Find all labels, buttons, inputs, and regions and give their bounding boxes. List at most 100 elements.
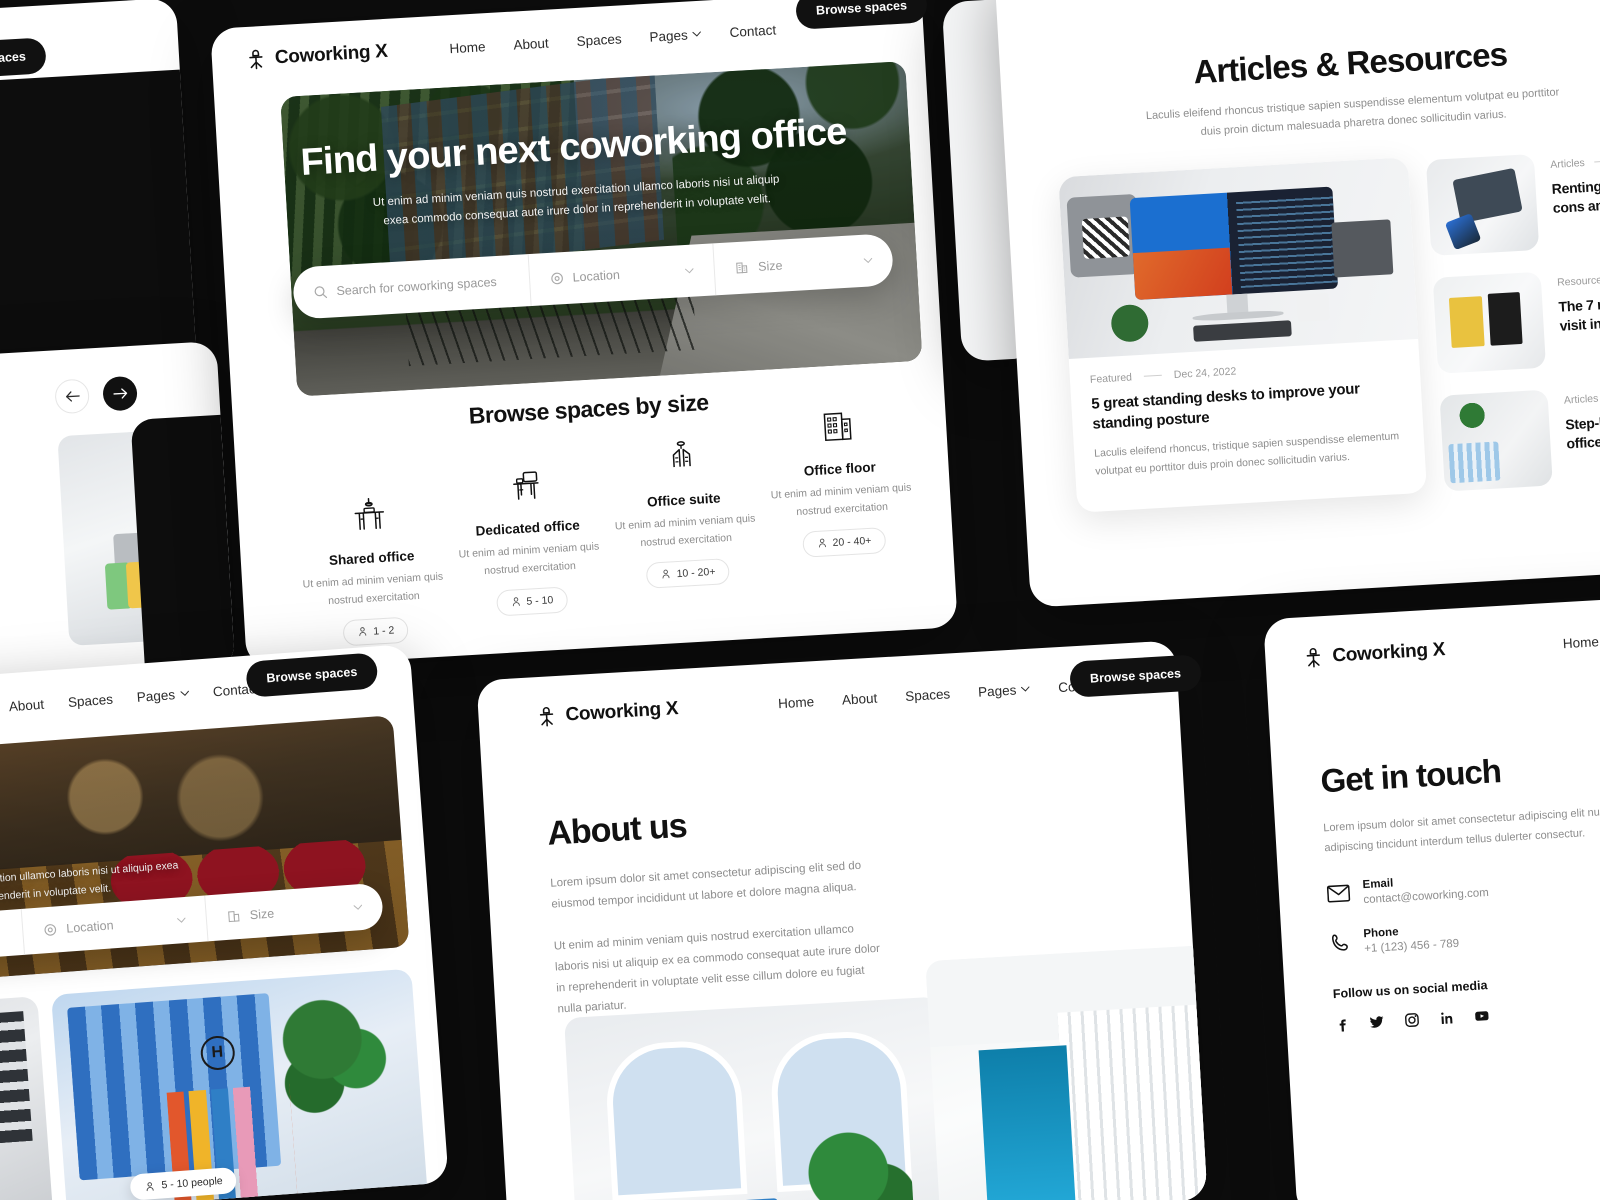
building-icon xyxy=(757,399,917,454)
chevron-down-icon xyxy=(1021,686,1030,692)
nav-item-home[interactable]: Home xyxy=(1562,634,1599,651)
home-page-panel: Coworking X Home About Spaces Pages Cont… xyxy=(210,0,958,668)
article-thumbnail xyxy=(1432,271,1547,374)
office-gallery-item[interactable] xyxy=(0,996,55,1200)
size-card-badge: 10 - 20+ xyxy=(645,557,731,589)
brand-logo[interactable]: Coworking X xyxy=(536,698,679,728)
about-image-primary xyxy=(564,996,956,1200)
article-list-item[interactable]: Resources The 7 must coworking visit in xyxy=(1432,262,1600,374)
article-category: Articles xyxy=(1563,392,1599,407)
featured-article-card[interactable]: Featured Dec 24, 2022 5 great standing d… xyxy=(1058,156,1428,513)
carousel-next-button[interactable] xyxy=(102,375,138,412)
person-icon xyxy=(359,627,367,637)
nav-item-about[interactable]: About xyxy=(8,696,44,714)
contact-phone-row[interactable]: Phone +1 (123) 456 - 789 xyxy=(1329,903,1600,957)
browse-spaces-label: Browse spaces xyxy=(1069,654,1202,698)
nav-item-pages-label: Pages xyxy=(136,686,176,705)
article-list-item[interactable]: Articles Step-by-step designing office xyxy=(1439,379,1600,492)
chevron-down-icon xyxy=(685,268,694,274)
carousel-controls xyxy=(0,341,220,427)
building-icon xyxy=(736,262,748,274)
nav-item-about[interactable]: About xyxy=(842,690,878,707)
person-icon xyxy=(512,597,520,607)
brand-name: Coworking X xyxy=(1331,639,1446,667)
size-card-title: Shared office xyxy=(328,548,415,569)
contact-email-row[interactable]: Email contact@coworking.com xyxy=(1326,854,1600,908)
nav-item-about[interactable]: About xyxy=(513,35,549,52)
carousel-prev-button[interactable] xyxy=(54,378,91,415)
nav-item-pages-label: Pages xyxy=(977,682,1017,700)
size-card-grid: Shared office Ut enim ad minim veniam qu… xyxy=(287,412,925,647)
size-card-badge: 5 - 10 xyxy=(495,586,568,617)
youtube-icon[interactable] xyxy=(1474,1008,1490,1024)
location-select[interactable]: Location xyxy=(527,243,716,307)
article-title: The 7 must coworking visit in xyxy=(1558,290,1600,335)
contact-navbar: Coworking X Home About xyxy=(1263,590,1600,686)
facebook-icon[interactable] xyxy=(1334,1016,1350,1032)
article-category: Articles xyxy=(1550,156,1586,171)
browse-spaces-label: Browse spaces xyxy=(245,652,379,698)
office-chair-icon xyxy=(539,706,554,727)
linkedin-icon[interactable] xyxy=(1439,1010,1455,1026)
person-icon xyxy=(146,1181,154,1191)
search-placeholder: Search for coworking spaces xyxy=(336,274,498,299)
nav-item-spaces[interactable]: Spaces xyxy=(576,31,622,49)
size-label: Size xyxy=(757,258,783,274)
article-meta: Articles xyxy=(1550,150,1600,171)
shared-table-icon xyxy=(289,488,449,543)
size-card-office-floor[interactable]: Office floor Ut enim ad minim veniam qui… xyxy=(757,399,923,560)
nav-item-contact[interactable]: Contact xyxy=(729,22,776,40)
size-card-office-suite[interactable]: Office suite Ut enim ad minim veniam qui… xyxy=(601,430,767,591)
person-icon xyxy=(818,538,826,548)
instagram-icon[interactable] xyxy=(1404,1012,1420,1028)
nav-item-spaces[interactable]: Spaces xyxy=(905,686,951,704)
size-card-badge-text: 5 - 10 xyxy=(526,593,554,608)
location-pin-icon xyxy=(44,924,57,936)
person-icon xyxy=(662,569,670,579)
size-card-dedicated-office[interactable]: Dedicated office Ut enim ad minim veniam… xyxy=(445,458,611,619)
article-list-item[interactable]: Articles Renting office space: cons and xyxy=(1425,144,1600,256)
chevron-down-icon xyxy=(180,690,189,696)
article-thumbnail xyxy=(1439,389,1553,492)
about-title: About us xyxy=(546,806,688,853)
nav-item-spaces[interactable]: Spaces xyxy=(67,691,113,709)
capacity-badge-text: 5 - 10 people xyxy=(161,1175,224,1192)
size-card-badge: 20 - 40+ xyxy=(801,526,887,558)
article-meta: Resources xyxy=(1557,268,1600,288)
nav-item-pages[interactable]: Pages xyxy=(978,681,1031,699)
chevron-down-icon xyxy=(692,31,702,37)
size-card-shared-office[interactable]: Shared office Ut enim ad minim veniam qu… xyxy=(289,488,455,649)
articles-page-panel: Articles & Resources Laculis eleifend rh… xyxy=(994,0,1600,608)
contact-page-panel: Coworking X Home About Get in touch Lore… xyxy=(1263,589,1600,1200)
suite-icon xyxy=(601,430,761,485)
office-chair-icon xyxy=(249,49,263,70)
size-select[interactable]: Size xyxy=(712,233,895,296)
size-card-title: Office floor xyxy=(803,459,877,479)
article-side-list: Articles Renting office space: cons and … xyxy=(1425,140,1600,492)
brand-logo[interactable]: Coworking X xyxy=(245,41,388,71)
desk-icon xyxy=(445,458,605,513)
size-card-badge-text: 20 - 40+ xyxy=(832,534,872,549)
brand-logo[interactable]: Coworking X xyxy=(1303,639,1446,669)
browse-spaces-button[interactable]: Browse spaces xyxy=(245,652,379,698)
nav-item-pages[interactable]: Pages xyxy=(136,686,189,705)
meta-divider xyxy=(1594,160,1600,163)
size-card-desc: Ut enim ad minim veniam quis nostrud exe… xyxy=(770,481,912,518)
articles-body: Featured Dec 24, 2022 5 great standing d… xyxy=(1005,114,1600,516)
size-card-badge-text: 1 - 2 xyxy=(372,624,395,638)
size-card-desc: Ut enim ad minim veniam quis nostrud exe… xyxy=(302,570,444,608)
article-title: Step-by-step designing office xyxy=(1564,408,1600,452)
browse-spaces-button[interactable]: Browse spaces xyxy=(1069,654,1202,698)
twitter-icon[interactable] xyxy=(1369,1014,1385,1030)
nav-item-home[interactable]: Home xyxy=(449,39,486,56)
size-label: Size xyxy=(249,906,275,923)
chevron-down-icon xyxy=(863,257,873,264)
browse-spaces-button[interactable]: Browse spaces xyxy=(0,37,47,81)
nav-item-home[interactable]: Home xyxy=(778,694,815,711)
arrow-right-icon xyxy=(112,388,127,399)
nav-item-pages-label: Pages xyxy=(649,27,689,45)
nav-item-pages[interactable]: Pages xyxy=(649,26,702,44)
featured-article-image xyxy=(1058,156,1419,359)
meta-divider xyxy=(1143,374,1162,377)
office-gallery-item[interactable]: H 5 - 10 people xyxy=(51,968,429,1200)
